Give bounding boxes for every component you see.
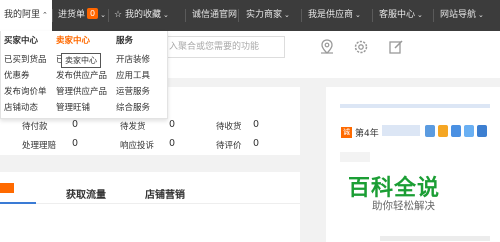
seller-center-heading[interactable]: 卖家中心 <box>56 34 90 46</box>
buyer-link-purchased[interactable]: 已买到货品 <box>4 53 47 65</box>
chevron-down-icon: ⌄ <box>478 11 484 19</box>
seller-link-manage-product[interactable]: 管理供应产品 <box>56 85 107 97</box>
tab-store-marketing[interactable]: 店铺营销 <box>145 186 185 201</box>
gear-icon[interactable] <box>352 38 370 56</box>
divider <box>372 9 373 22</box>
nav-my-alibaba[interactable]: 我的阿里 ⌃ <box>0 0 52 31</box>
nav-i-am-supplier[interactable]: 我是供应商 ⌄ <box>308 0 361 31</box>
buyer-link-coupons[interactable]: 优惠券 <box>4 69 30 81</box>
nav-my-alibaba-label: 我的阿里 <box>4 10 41 20</box>
services-heading[interactable]: 服务 <box>116 34 133 46</box>
nav-purchase-list-label: 进货单 <box>58 10 86 20</box>
chevron-down-icon: ⌄ <box>355 11 361 19</box>
account-panel <box>326 87 500 242</box>
nav-chengxintong[interactable]: 诚信通官网 <box>192 0 237 31</box>
top-nav-bar: 我的阿里 ⌃ 进货单 0 ⌄ ☆ 我的收藏 ⌄ 诚信通官网 实力商家 ⌄ 我是供应商 ⌄ 客… <box>0 0 500 31</box>
nav-i-am-supplier-label: 我是供应商 <box>308 10 354 20</box>
tab-marker <box>0 183 14 193</box>
active-tab-underline <box>0 202 36 204</box>
my-alibaba-dropdown: 买家中心 卖家中心 服务 已买到货品 优惠券 发布询价单 店铺动态 已 发布供应… <box>0 31 168 119</box>
service-link-operations[interactable]: 运营服务 <box>116 85 150 97</box>
certified-icon[interactable] <box>464 125 474 137</box>
nav-favorites[interactable]: ☆ 我的收藏 ⌄ <box>114 0 169 31</box>
nav-favorites-label: 我的收藏 <box>124 10 161 20</box>
location-icon[interactable] <box>318 38 336 56</box>
nav-customer-service-label: 客服中心 <box>379 10 416 20</box>
stat-label-claims[interactable]: 处理理赔 <box>22 139 56 151</box>
medal-icon[interactable] <box>438 125 448 137</box>
divider <box>185 9 186 22</box>
membership-years: 第4年 <box>355 129 379 139</box>
chevron-down-icon: ⌄ <box>417 11 423 19</box>
seller-link-manage-store[interactable]: 管理旺铺 <box>56 101 90 113</box>
nav-site-nav-label: 网站导航 <box>440 10 477 20</box>
chengxin-badge: 诚 <box>341 127 352 138</box>
shield-icon[interactable] <box>451 125 461 137</box>
stat-label-pending-ship[interactable]: 待发货 <box>120 120 146 132</box>
chevron-down-icon: ⌄ <box>162 11 169 19</box>
seller-link-publish-product[interactable]: 发布供应产品 <box>56 69 107 81</box>
star-icon: ☆ <box>114 10 123 20</box>
divider <box>52 9 53 22</box>
chevron-down-icon: ⌄ <box>100 11 106 19</box>
chevron-down-icon: ⌄ <box>284 11 290 19</box>
chevron-up-icon: ⌃ <box>42 11 48 19</box>
service-link-comprehensive[interactable]: 综合服务 <box>116 101 150 113</box>
stat-label-complaints[interactable]: 响应投诉 <box>120 139 154 151</box>
stat-value-claims[interactable]: 0 <box>72 138 78 149</box>
divider <box>301 9 302 22</box>
divider <box>238 9 239 22</box>
blurred-text <box>340 152 370 162</box>
purchase-count-badge: 0 <box>87 8 99 19</box>
marketing-panel <box>0 172 300 242</box>
stat-value-complaints[interactable]: 0 <box>169 138 175 149</box>
blurred-text <box>382 125 420 136</box>
divider <box>108 9 109 22</box>
stat-value-pending-ship[interactable]: 0 <box>169 119 175 130</box>
tag-icon[interactable] <box>477 125 487 137</box>
stat-value-pending-review[interactable]: 0 <box>253 138 259 149</box>
buyer-link-store-news[interactable]: 店铺动态 <box>4 101 38 113</box>
service-link-app-tools[interactable]: 应用工具 <box>116 69 150 81</box>
stat-value-pending-payment[interactable]: 0 <box>72 119 78 130</box>
tab-get-traffic[interactable]: 获取流量 <box>66 186 106 201</box>
nav-strong-merchant-label: 实力商家 <box>246 10 283 20</box>
edit-icon[interactable] <box>387 38 405 56</box>
stat-label-pending-receive[interactable]: 待收货 <box>216 120 242 132</box>
nav-site-nav[interactable]: 网站导航 ⌄ <box>440 0 484 31</box>
seller-center-tooltip: 卖家中心 <box>61 53 101 68</box>
blurred-text <box>340 104 490 108</box>
nav-purchase-list[interactable]: 进货单 0 ⌄ <box>58 0 106 31</box>
nav-customer-service[interactable]: 客服中心 ⌄ <box>379 0 423 31</box>
verified-icon[interactable] <box>425 125 435 137</box>
nav-strong-merchant[interactable]: 实力商家 ⌄ <box>246 0 290 31</box>
blurred-text <box>380 236 490 241</box>
divider <box>433 9 434 22</box>
stat-label-pending-payment[interactable]: 待付款 <box>22 120 48 132</box>
buyer-link-post-rfq[interactable]: 发布询价单 <box>4 85 47 97</box>
search-input[interactable]: 入聚合或您需要的功能 <box>165 36 285 58</box>
stat-value-pending-receive[interactable]: 0 <box>253 119 259 130</box>
divider <box>0 203 300 204</box>
service-link-store-decor[interactable]: 开店装修 <box>116 53 150 65</box>
buyer-center-heading[interactable]: 买家中心 <box>4 34 38 46</box>
stat-label-pending-review[interactable]: 待评价 <box>216 139 242 151</box>
watermark-subtitle: 助你轻松解决 <box>372 200 435 212</box>
